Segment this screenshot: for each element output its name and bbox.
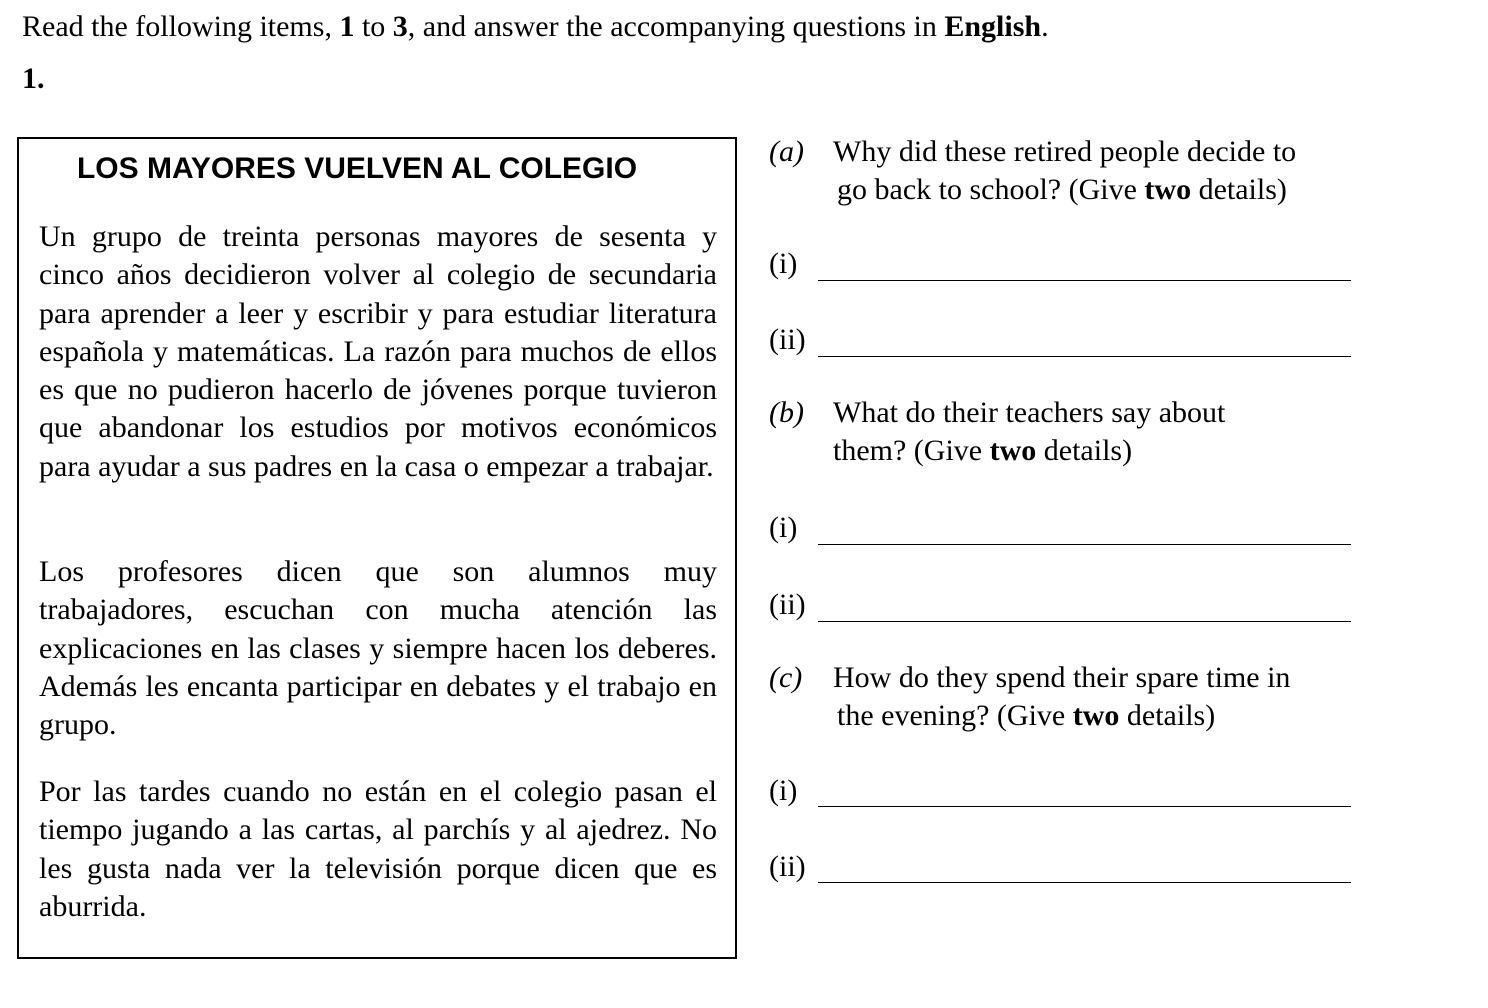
question-text-line: What do their teachers say about xyxy=(833,396,1226,429)
instructions: Read the following items, 1 to 3, and an… xyxy=(22,8,1049,46)
item-number: 1. xyxy=(22,62,45,95)
instructions-text: Read the following items, xyxy=(22,10,340,43)
question-text-line: Why did these retired people decide to xyxy=(833,135,1297,168)
question-text-line: go back to school? (Give two details) xyxy=(837,173,1287,206)
question-a-label: (a) xyxy=(769,135,804,168)
question-a-text: Why did these retired people decide to g… xyxy=(833,133,1373,209)
question-c-text: How do they spend their spare time in th… xyxy=(833,659,1373,735)
answer-line-b-i[interactable] xyxy=(818,544,1351,545)
passage-box: LOS MAYORES VUELVEN AL COLEGIO Un grupo … xyxy=(17,137,737,959)
answer-label: (i) xyxy=(769,247,798,280)
question-b-label: (b) xyxy=(769,396,804,429)
passage-title: LOS MAYORES VUELVEN AL COLEGIO xyxy=(76,152,638,185)
question-text-line: them? (Give two details) xyxy=(833,434,1133,467)
instructions-last-item: 3 xyxy=(392,10,408,43)
answer-label: (i) xyxy=(769,774,798,807)
answer-label: (ii) xyxy=(769,588,806,621)
question-c-label: (c) xyxy=(769,661,803,694)
answer-line-c-ii[interactable] xyxy=(818,882,1351,883)
passage-paragraph: Un grupo de treinta personas mayores de … xyxy=(39,220,717,483)
instructions-first-item: 1 xyxy=(339,10,355,43)
question-text-line: How do they spend their spare time in xyxy=(833,661,1291,694)
instructions-text: to xyxy=(354,10,393,43)
answer-label: (ii) xyxy=(769,850,806,883)
passage-paragraph: Por las tardes cuando no están en el col… xyxy=(39,775,717,923)
answer-line-c-i[interactable] xyxy=(818,806,1351,807)
instructions-text: , and answer the accompanying questions … xyxy=(407,10,945,43)
answer-line-a-ii[interactable] xyxy=(818,356,1351,357)
passage-paragraph: Los profesores dicen que son alumnos muy… xyxy=(39,555,717,742)
answer-label: (ii) xyxy=(769,323,806,356)
question-b-text: What do their teachers say about them? (… xyxy=(833,394,1373,470)
answer-line-a-i[interactable] xyxy=(818,280,1351,281)
answer-line-b-ii[interactable] xyxy=(818,621,1351,622)
question-text-line: the evening? (Give two details) xyxy=(837,699,1216,732)
instructions-language: English xyxy=(944,10,1042,43)
answer-label: (i) xyxy=(769,511,798,544)
instructions-text: . xyxy=(1041,10,1049,43)
